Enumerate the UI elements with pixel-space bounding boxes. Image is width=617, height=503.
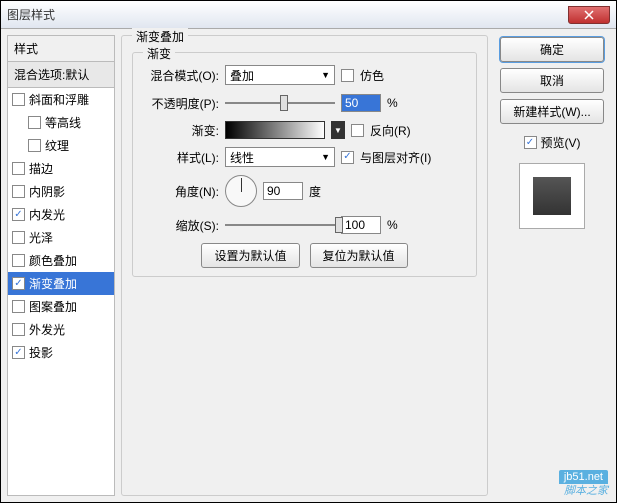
style-checkbox[interactable]	[12, 185, 25, 198]
layer-style-dialog: 图层样式 样式 混合选项:默认 斜面和浮雕等高线纹理描边内阴影内发光光泽颜色叠加…	[0, 0, 617, 503]
blend-mode-label: 混合模式(O):	[141, 67, 219, 84]
style-label: 内阴影	[29, 183, 65, 200]
style-label: 投影	[29, 344, 53, 361]
gradient-label: 渐变:	[141, 122, 219, 139]
style-item[interactable]: 等高线	[8, 111, 114, 134]
style-label: 图案叠加	[29, 298, 77, 315]
reverse-label: 反向(R)	[370, 122, 411, 139]
angle-label: 角度(N):	[141, 183, 219, 200]
style-item[interactable]: 斜面和浮雕	[8, 88, 114, 111]
reset-default-button[interactable]: 复位为默认值	[310, 243, 408, 268]
style-label: 等高线	[45, 114, 81, 131]
style-checkbox[interactable]	[12, 93, 25, 106]
opacity-label: 不透明度(P):	[141, 95, 219, 112]
cancel-button[interactable]: 取消	[500, 68, 604, 93]
preview-box	[519, 163, 585, 229]
style-checkbox[interactable]	[12, 254, 25, 267]
dither-label: 仿色	[360, 67, 384, 84]
scale-label: 缩放(S):	[141, 217, 219, 234]
style-item[interactable]: 内发光	[8, 203, 114, 226]
opacity-slider[interactable]	[225, 93, 335, 113]
reverse-checkbox[interactable]	[351, 124, 364, 137]
blend-mode-select[interactable]: 叠加 ▼	[225, 65, 335, 85]
settings-panel: 渐变叠加 渐变 混合模式(O): 叠加 ▼ 仿色 不透明度(P):	[121, 35, 488, 496]
style-checkbox[interactable]	[12, 277, 25, 290]
styles-list: 斜面和浮雕等高线纹理描边内阴影内发光光泽颜色叠加渐变叠加图案叠加外发光投影	[7, 88, 115, 496]
align-checkbox[interactable]	[341, 151, 354, 164]
style-label: 斜面和浮雕	[29, 91, 89, 108]
action-panel: 确定 取消 新建样式(W)... 预览(V)	[494, 35, 610, 496]
style-label: 颜色叠加	[29, 252, 77, 269]
preview-checkbox[interactable]	[524, 136, 537, 149]
style-checkbox[interactable]	[12, 162, 25, 175]
style-item[interactable]: 颜色叠加	[8, 249, 114, 272]
align-label: 与图层对齐(I)	[360, 149, 431, 166]
titlebar: 图层样式	[1, 1, 616, 29]
style-checkbox[interactable]	[12, 208, 25, 221]
chevron-down-icon: ▼	[321, 70, 330, 80]
dialog-body: 样式 混合选项:默认 斜面和浮雕等高线纹理描边内阴影内发光光泽颜色叠加渐变叠加图…	[1, 29, 616, 502]
scale-slider[interactable]	[225, 215, 335, 235]
style-label: 样式(L):	[141, 149, 219, 166]
style-select[interactable]: 线性 ▼	[225, 147, 335, 167]
style-label: 描边	[29, 160, 53, 177]
styles-panel: 样式 混合选项:默认 斜面和浮雕等高线纹理描边内阴影内发光光泽颜色叠加渐变叠加图…	[7, 35, 115, 496]
style-checkbox[interactable]	[28, 116, 41, 129]
close-icon	[584, 10, 594, 20]
styles-header[interactable]: 样式	[7, 35, 115, 62]
style-checkbox[interactable]	[12, 300, 25, 313]
style-item[interactable]: 外发光	[8, 318, 114, 341]
style-label: 外发光	[29, 321, 65, 338]
watermark-text: 脚本之家	[564, 482, 608, 498]
blend-options-item[interactable]: 混合选项:默认	[7, 62, 115, 88]
dither-checkbox[interactable]	[341, 69, 354, 82]
style-label: 内发光	[29, 206, 65, 223]
ok-button[interactable]: 确定	[500, 37, 604, 62]
style-checkbox[interactable]	[12, 323, 25, 336]
preview-label: 预览(V)	[541, 134, 581, 151]
style-label: 光泽	[29, 229, 53, 246]
angle-input[interactable]: 90	[263, 182, 303, 200]
style-item[interactable]: 投影	[8, 341, 114, 364]
style-label: 渐变叠加	[29, 275, 77, 292]
style-item[interactable]: 图案叠加	[8, 295, 114, 318]
style-label: 纹理	[45, 137, 69, 154]
style-item[interactable]: 纹理	[8, 134, 114, 157]
style-item[interactable]: 渐变叠加	[8, 272, 114, 295]
style-checkbox[interactable]	[12, 231, 25, 244]
window-title: 图层样式	[7, 6, 568, 23]
style-checkbox[interactable]	[28, 139, 41, 152]
style-checkbox[interactable]	[12, 346, 25, 359]
scale-input[interactable]: 100	[341, 216, 381, 234]
gradient-overlay-group: 渐变叠加 渐变 混合模式(O): 叠加 ▼ 仿色 不透明度(P):	[121, 35, 488, 496]
inner-title: 渐变	[143, 45, 175, 62]
angle-dial[interactable]	[225, 175, 257, 207]
gradient-preview[interactable]	[225, 121, 325, 139]
new-style-button[interactable]: 新建样式(W)...	[500, 99, 604, 124]
set-default-button[interactable]: 设置为默认值	[201, 243, 299, 268]
chevron-down-icon: ▼	[321, 152, 330, 162]
style-item[interactable]: 描边	[8, 157, 114, 180]
gradient-dropdown-button[interactable]: ▼	[331, 121, 345, 139]
opacity-input[interactable]: 50	[341, 94, 381, 112]
group-title: 渐变叠加	[132, 28, 188, 45]
style-item[interactable]: 内阴影	[8, 180, 114, 203]
preview-swatch	[533, 177, 571, 215]
close-button[interactable]	[568, 6, 610, 24]
gradient-group: 渐变 混合模式(O): 叠加 ▼ 仿色 不透明度(P):	[132, 52, 477, 277]
style-item[interactable]: 光泽	[8, 226, 114, 249]
